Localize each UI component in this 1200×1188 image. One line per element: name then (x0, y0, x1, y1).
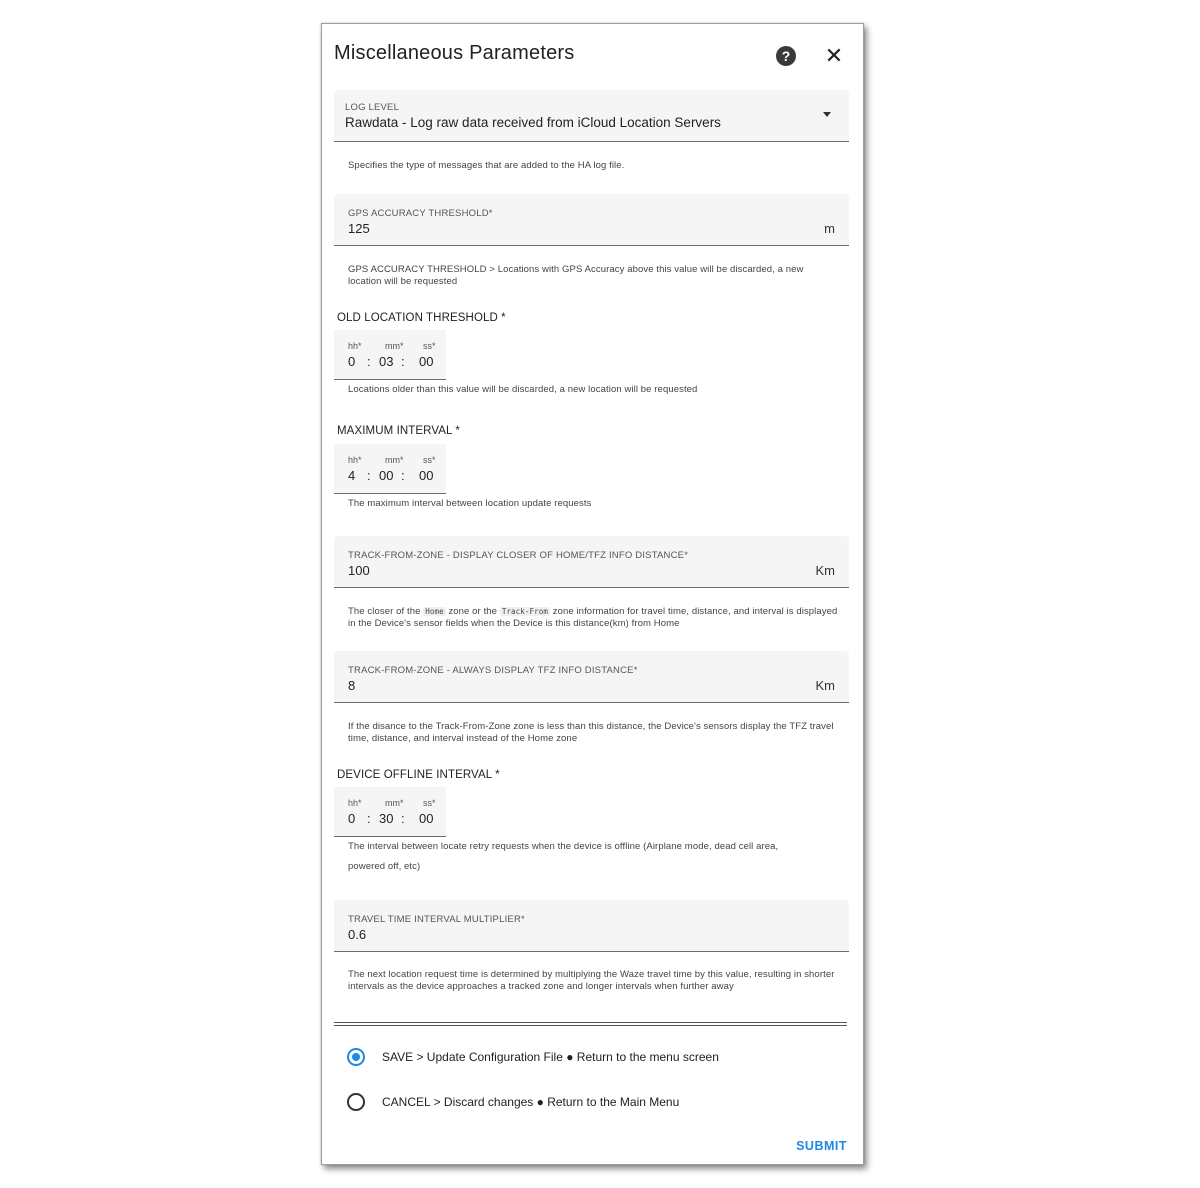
time-separator: : (367, 811, 371, 826)
helper-text: zone or the (448, 606, 498, 617)
ss-label: ss* (423, 798, 436, 808)
tfz-always-distance-field[interactable]: TRACK-FROM-ZONE - ALWAYS DISPLAY TFZ INF… (334, 651, 849, 703)
cancel-radio[interactable] (347, 1093, 365, 1111)
hh-label: hh* (348, 341, 362, 351)
minutes-input[interactable]: 30 (379, 811, 393, 826)
travel-multiplier-value[interactable]: 0.6 (348, 927, 366, 942)
time-separator: : (401, 811, 405, 826)
minutes-input[interactable]: 00 (379, 468, 393, 483)
gps-accuracy-value[interactable]: 125 (348, 221, 370, 236)
section-divider (334, 1022, 847, 1026)
tfz-always-label: TRACK-FROM-ZONE - ALWAYS DISPLAY TFZ INF… (348, 665, 638, 676)
offline-interval-helper-line2: powered off, etc) (348, 861, 421, 872)
tfz-always-unit: Km (815, 678, 836, 693)
helper-text: zone information for travel time, distan… (348, 606, 838, 629)
tfz-closer-helper: The closer of the Home zone or the Track… (348, 606, 838, 630)
time-separator: : (401, 354, 405, 369)
tfz-always-helper: If the disance to the Track-From-Zone zo… (348, 721, 834, 744)
track-from-code: Track-From (499, 607, 550, 616)
travel-multiplier-helper: The next location request time is determ… (348, 969, 835, 992)
minutes-input[interactable]: 03 (379, 354, 393, 369)
old-location-duration[interactable]: hh* mm* ss* 0 : 03 : 00 (334, 330, 446, 380)
log-level-select[interactable]: LOG LEVEL Rawdata - Log raw data receive… (334, 90, 849, 142)
cancel-option-label[interactable]: CANCEL > Discard changes ● Return to the… (382, 1095, 679, 1109)
chevron-down-icon[interactable] (823, 112, 831, 117)
old-location-title: OLD LOCATION THRESHOLD * (337, 312, 506, 324)
time-separator: : (401, 468, 405, 483)
log-level-helper: Specifies the type of messages that are … (348, 160, 625, 171)
tfz-closer-value[interactable]: 100 (348, 563, 370, 578)
log-level-value: Rawdata - Log raw data received from iCl… (345, 115, 721, 130)
helper-text: The closer of the (348, 606, 421, 617)
ss-label: ss* (423, 455, 436, 465)
seconds-input[interactable]: 00 (419, 354, 433, 369)
mm-label: mm* (385, 798, 404, 808)
submit-button[interactable]: SUBMIT (796, 1139, 847, 1153)
hours-input[interactable]: 0 (348, 811, 355, 826)
offline-interval-title: DEVICE OFFLINE INTERVAL * (337, 769, 500, 781)
seconds-input[interactable]: 00 (419, 811, 433, 826)
hh-label: hh* (348, 798, 362, 808)
offline-interval-helper-line1: The interval between locate retry reques… (348, 841, 779, 852)
gps-accuracy-label: GPS ACCURACY THRESHOLD* (348, 208, 493, 219)
gps-accuracy-field[interactable]: GPS ACCURACY THRESHOLD* 125 m (334, 194, 849, 246)
log-level-label: LOG LEVEL (345, 102, 400, 113)
max-interval-duration[interactable]: hh* mm* ss* 4 : 00 : 00 (334, 444, 446, 494)
time-separator: : (367, 468, 371, 483)
hours-input[interactable]: 0 (348, 354, 355, 369)
hh-label: hh* (348, 455, 362, 465)
tfz-closer-unit: Km (815, 563, 836, 578)
time-separator: : (367, 354, 371, 369)
gps-accuracy-unit: m (824, 221, 835, 236)
misc-parameters-dialog: Miscellaneous Parameters ? ✕ LOG LEVEL R… (321, 23, 864, 1165)
gps-accuracy-helper: GPS ACCURACY THRESHOLD > Locations with … (348, 264, 804, 287)
home-code: Home (423, 607, 446, 616)
tfz-always-value[interactable]: 8 (348, 678, 355, 693)
question-circle-icon[interactable]: ? (776, 46, 796, 66)
mm-label: mm* (385, 341, 404, 351)
old-location-helper: Locations older than this value will be … (348, 384, 698, 395)
seconds-input[interactable]: 00 (419, 468, 433, 483)
travel-multiplier-field[interactable]: TRAVEL TIME INTERVAL MULTIPLIER* 0.6 (334, 900, 849, 952)
save-option-label[interactable]: SAVE > Update Configuration File ● Retur… (382, 1050, 719, 1064)
travel-multiplier-label: TRAVEL TIME INTERVAL MULTIPLIER* (348, 914, 525, 925)
close-icon[interactable]: ✕ (822, 44, 846, 68)
offline-interval-duration[interactable]: hh* mm* ss* 0 : 30 : 00 (334, 787, 446, 837)
dialog-title: Miscellaneous Parameters (334, 42, 575, 64)
max-interval-title: MAXIMUM INTERVAL * (337, 425, 460, 437)
save-radio[interactable] (347, 1048, 365, 1066)
tfz-closer-label: TRACK-FROM-ZONE - DISPLAY CLOSER OF HOME… (348, 550, 689, 561)
mm-label: mm* (385, 455, 404, 465)
ss-label: ss* (423, 341, 436, 351)
hours-input[interactable]: 4 (348, 468, 355, 483)
tfz-closer-distance-field[interactable]: TRACK-FROM-ZONE - DISPLAY CLOSER OF HOME… (334, 536, 849, 588)
max-interval-helper: The maximum interval between location up… (348, 498, 592, 509)
